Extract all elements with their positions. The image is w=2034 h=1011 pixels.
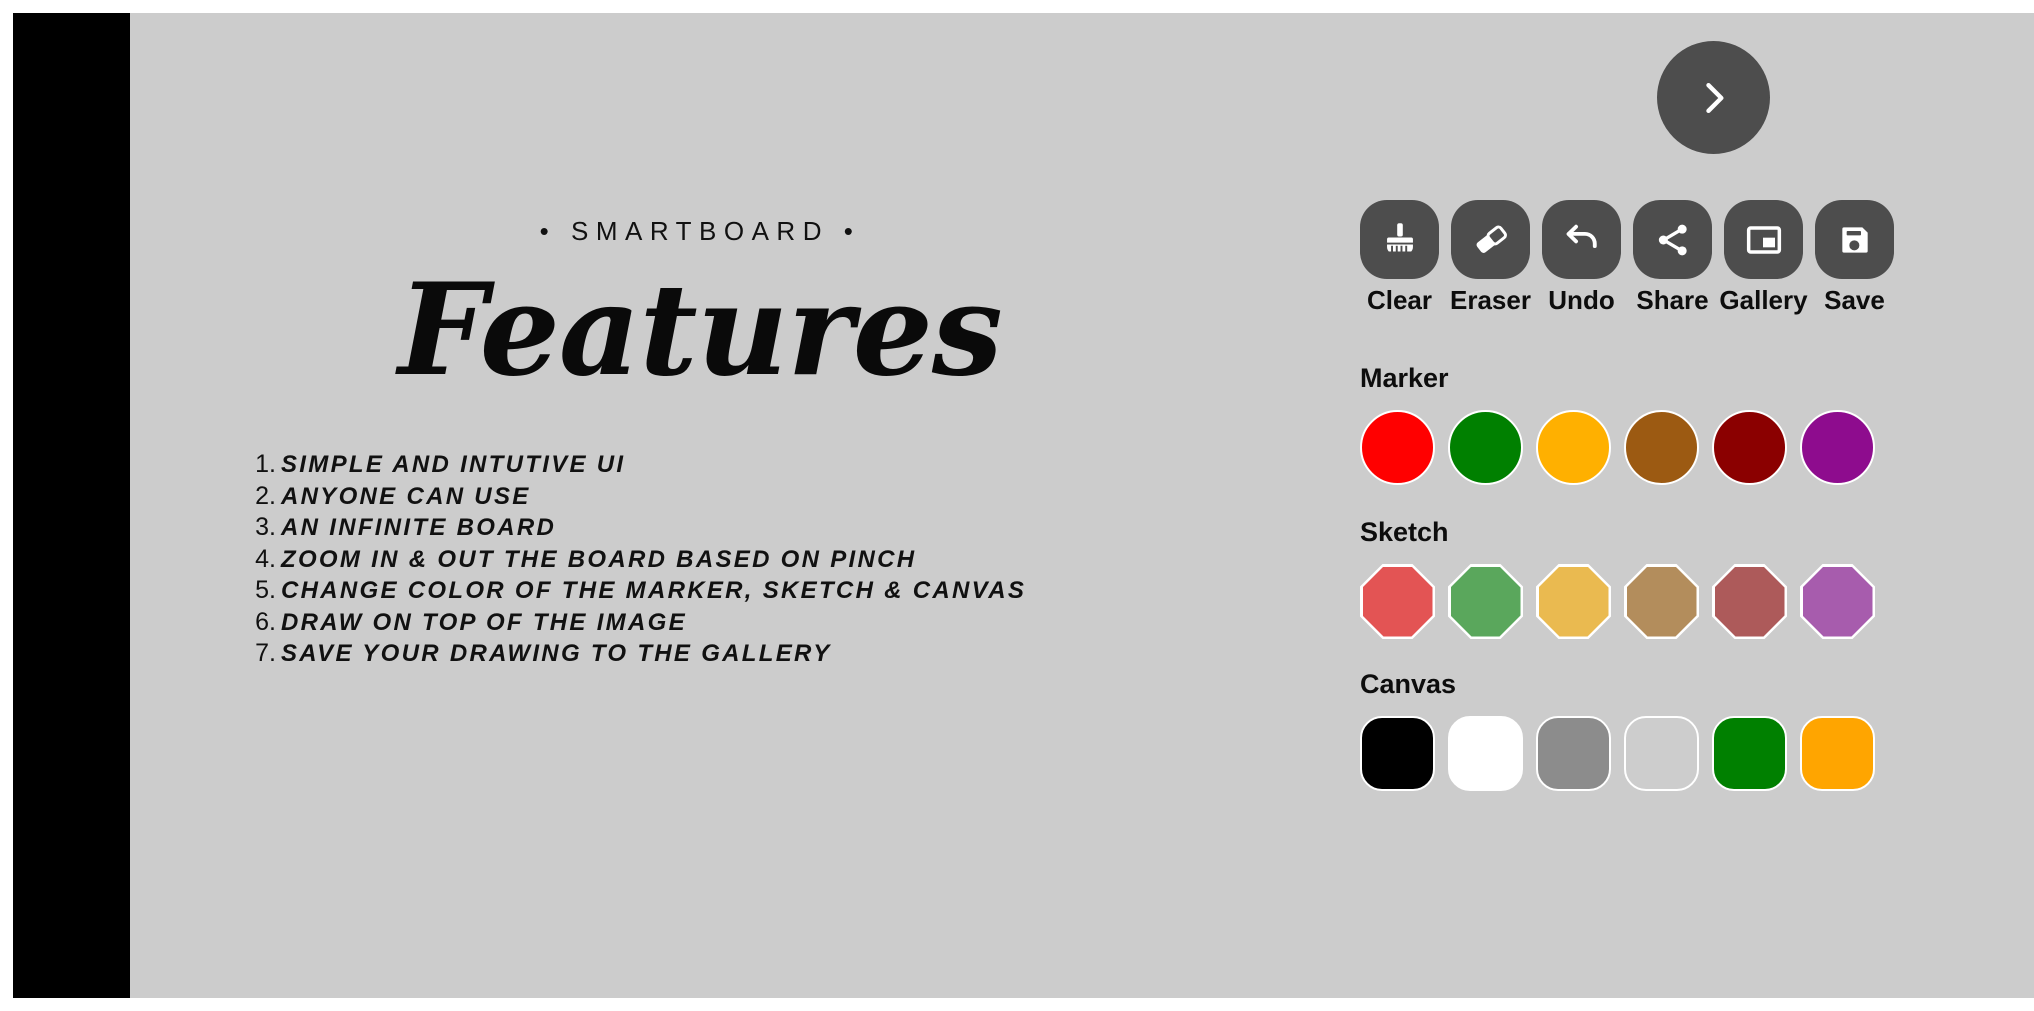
marker-swatch-row	[1360, 410, 2034, 485]
share-label: Share	[1636, 285, 1709, 315]
marker-swatch[interactable]	[1800, 410, 1875, 485]
list-item: 3. AN INFINITE BOARD	[238, 513, 1026, 545]
gallery-icon	[1744, 220, 1784, 260]
left-accent-bar	[13, 13, 130, 998]
list-item: 2. ANYONE CAN USE	[238, 482, 1026, 514]
tool-panel: Clear Eraser Undo Share Gallery Save Mar…	[1360, 13, 2034, 998]
page-title: Features	[398, 256, 1003, 404]
marker-swatch[interactable]	[1536, 410, 1611, 485]
toolbar: Clear Eraser Undo Share Gallery Save	[1360, 200, 1894, 313]
clear-button[interactable]	[1360, 200, 1439, 279]
tool-clear[interactable]: Clear	[1360, 200, 1439, 313]
eraser-button[interactable]	[1451, 200, 1530, 279]
sketch-section: Sketch	[1360, 519, 2034, 639]
list-item: 6. DRAW ON TOP OF THE IMAGE	[238, 608, 1026, 640]
canvas-swatch[interactable]	[1360, 716, 1435, 791]
collapse-panel-button[interactable]	[1657, 41, 1770, 154]
list-item-label: DRAW ON TOP OF THE IMAGE	[281, 608, 687, 636]
canvas-swatch[interactable]	[1800, 716, 1875, 791]
list-item-number: 3.	[255, 513, 276, 541]
canvas-swatch-row	[1360, 716, 2034, 791]
swatch-fill	[1538, 566, 1609, 637]
sketch-section-label: Sketch	[1360, 517, 1449, 547]
marker-section: Marker	[1360, 365, 2034, 485]
marker-swatch[interactable]	[1360, 410, 1435, 485]
eyebrow-label: • SMARTBOARD •	[539, 216, 861, 246]
list-item-number: 1.	[255, 450, 276, 478]
list-item: 1. SIMPLE AND INTUTIVE UI	[238, 450, 1026, 482]
tool-gallery[interactable]: Gallery	[1719, 200, 1808, 313]
list-item-label: SIMPLE AND INTUTIVE UI	[281, 451, 626, 478]
sketch-swatch[interactable]	[1712, 564, 1787, 639]
marker-section-label: Marker	[1360, 363, 1449, 393]
feature-list: 1. SIMPLE AND INTUTIVE UI 2. ANYONE CAN …	[238, 450, 1026, 671]
eraser-icon	[1470, 219, 1512, 261]
chevron-right-icon	[1692, 76, 1736, 120]
list-item-number: 7.	[255, 639, 276, 667]
marker-swatch[interactable]	[1624, 410, 1699, 485]
tool-share[interactable]: Share	[1633, 200, 1712, 313]
clear-label: Clear	[1366, 285, 1433, 315]
brush-icon	[1379, 219, 1421, 261]
list-item-label: CHANGE COLOR OF THE MARKER, SKETCH & CAN…	[281, 577, 1027, 604]
gallery-label: Gallery	[1719, 285, 1808, 315]
slide-page: • SMARTBOARD • Features 1. SIMPLE AND IN…	[13, 13, 2034, 998]
share-button[interactable]	[1633, 200, 1712, 279]
sketch-swatch[interactable]	[1800, 564, 1875, 639]
list-item-label: ZOOM IN & OUT THE BOARD BASED ON PINCH	[281, 545, 917, 573]
sketch-swatch-row	[1360, 564, 2034, 639]
marker-swatch[interactable]	[1448, 410, 1523, 485]
list-item-number: 2.	[255, 481, 276, 510]
list-item: 7. SAVE YOUR DRAWING TO THE GALLERY	[238, 639, 1026, 671]
swatch-fill	[1802, 566, 1873, 637]
marker-swatch[interactable]	[1712, 410, 1787, 485]
sketch-swatch[interactable]	[1536, 564, 1611, 639]
list-item: 5. CHANGE COLOR OF THE MARKER, SKETCH & …	[238, 576, 1026, 608]
save-label: Save	[1824, 285, 1885, 315]
swatch-fill	[1450, 566, 1521, 637]
list-item-number: 4.	[255, 544, 276, 573]
list-item-number: 6.	[255, 607, 276, 636]
list-item: 4. ZOOM IN & OUT THE BOARD BASED ON PINC…	[238, 545, 1026, 577]
undo-button[interactable]	[1542, 200, 1621, 279]
canvas-swatch[interactable]	[1712, 716, 1787, 791]
bottom-margin	[0, 998, 2034, 1011]
swatch-fill	[1362, 566, 1433, 637]
list-item-label: ANYONE CAN USE	[281, 482, 531, 510]
canvas-swatch[interactable]	[1624, 716, 1699, 791]
tool-save[interactable]: Save	[1815, 200, 1894, 313]
smartboard-features-screen: • SMARTBOARD • Features 1. SIMPLE AND IN…	[0, 0, 2034, 1011]
swatch-fill	[1714, 566, 1785, 637]
save-floppy-icon	[1835, 220, 1875, 260]
save-button[interactable]	[1815, 200, 1894, 279]
sketch-swatch[interactable]	[1624, 564, 1699, 639]
list-item-number: 5.	[255, 576, 276, 604]
undo-icon	[1561, 219, 1603, 261]
tool-undo[interactable]: Undo	[1542, 200, 1621, 313]
gallery-button[interactable]	[1724, 200, 1803, 279]
canvas-section-label: Canvas	[1360, 669, 1457, 699]
canvas-section: Canvas	[1360, 671, 2034, 791]
canvas-swatch[interactable]	[1448, 716, 1523, 791]
sketch-swatch[interactable]	[1448, 564, 1523, 639]
list-item-label: SAVE YOUR DRAWING TO THE GALLERY	[281, 640, 832, 667]
undo-label: Undo	[1548, 285, 1615, 315]
tool-eraser[interactable]: Eraser	[1450, 200, 1531, 315]
sketch-swatch[interactable]	[1360, 564, 1435, 639]
canvas-swatch[interactable]	[1536, 716, 1611, 791]
share-icon	[1653, 220, 1693, 260]
eraser-label: Eraser	[1450, 285, 1531, 315]
hero-section: • SMARTBOARD • Features 1. SIMPLE AND IN…	[130, 13, 1360, 998]
swatch-fill	[1626, 566, 1697, 637]
list-item-label: AN INFINITE BOARD	[281, 514, 557, 541]
